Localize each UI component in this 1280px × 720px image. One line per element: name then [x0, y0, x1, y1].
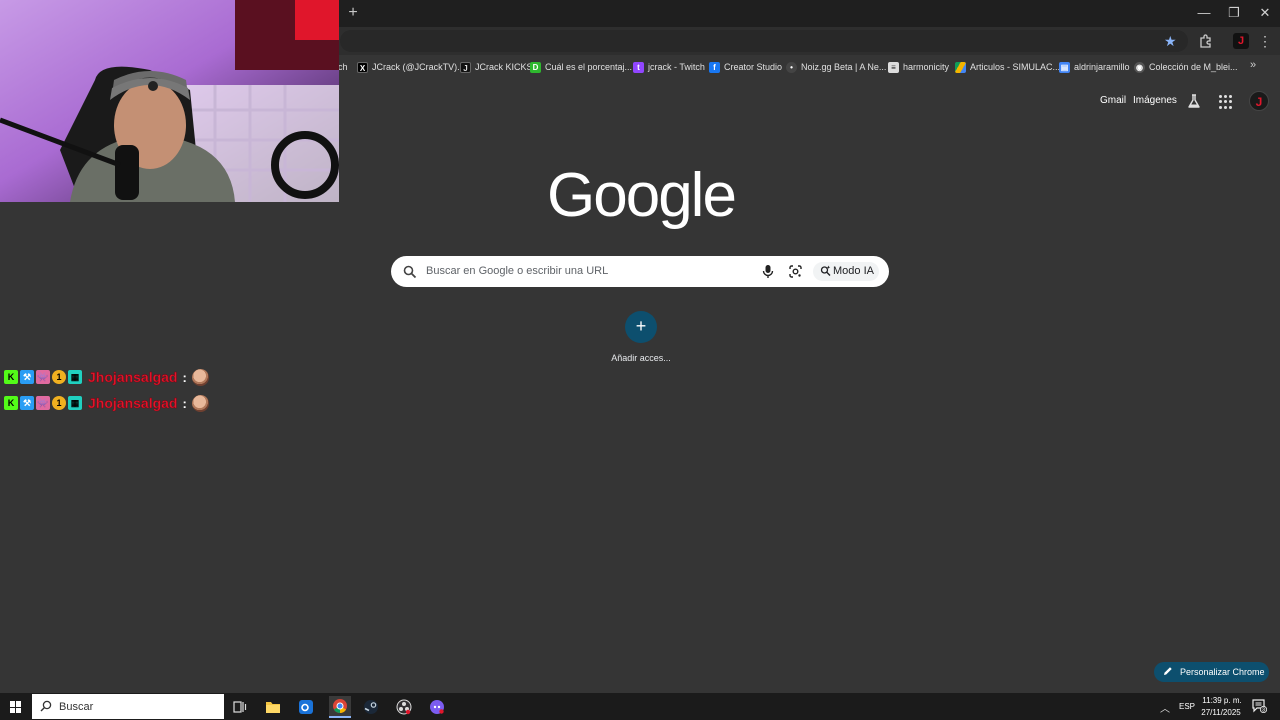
notification-center-icon[interactable]: 3: [1252, 699, 1267, 713]
minimize-button[interactable]: —: [1192, 4, 1216, 22]
chat-separator: :: [182, 395, 187, 411]
google-lens-icon[interactable]: [789, 265, 802, 278]
labs-flask-icon[interactable]: [1186, 93, 1202, 109]
bookmark-item[interactable]: ≡ harmonicity: [888, 60, 949, 74]
chat-message: K ⚒ 👾 1 ▦ Jhojansalgad :: [4, 394, 209, 412]
subscriber-badge-icon: ▦: [68, 370, 82, 384]
outlook-icon[interactable]: [295, 696, 317, 718]
search-icon: [403, 265, 417, 279]
chrome-menu-icon[interactable]: ⋮: [1258, 33, 1272, 49]
add-shortcut-button[interactable]: +: [625, 311, 657, 343]
taskbar-search-input[interactable]: Buscar: [59, 701, 93, 713]
new-tab-button[interactable]: +: [345, 5, 361, 21]
d-icon: D: [530, 61, 541, 73]
webcam-overlay: [0, 0, 339, 202]
twitch-icon: t: [633, 61, 644, 73]
noiz-icon: •: [786, 61, 797, 73]
chrome-taskbar-icon[interactable]: [329, 696, 351, 718]
chat-separator: :: [182, 369, 187, 385]
chat-message: K ⚒ 👾 1 ▦ Jhojansalgad :: [4, 368, 209, 386]
clock-time[interactable]: 11:39 p. m.: [1201, 696, 1243, 705]
bookmark-item[interactable]: t jcrack - Twitch: [633, 60, 705, 74]
address-bar[interactable]: [340, 30, 1188, 52]
chat-username: Jhojansalgad: [88, 369, 178, 385]
bookmark-item[interactable]: Articulos - SIMULAC...: [955, 60, 1060, 74]
bookmarks-overflow-icon[interactable]: »: [1250, 59, 1256, 71]
images-link[interactable]: Imágenes: [1133, 95, 1177, 106]
tier-badge-icon: 1: [52, 396, 66, 410]
bookmark-item[interactable]: f Creator Studio: [709, 60, 782, 74]
bookmark-item[interactable]: ch: [338, 60, 348, 74]
bookmark-item[interactable]: • Noiz.gg Beta | A Ne...: [786, 60, 886, 74]
kick-badge-icon: K: [4, 370, 18, 384]
steam-icon[interactable]: [360, 696, 382, 718]
microphone-icon[interactable]: [762, 264, 774, 279]
extensions-icon[interactable]: [1198, 33, 1214, 49]
streamer-camera-feed: [0, 0, 339, 202]
close-button[interactable]: ✕: [1253, 4, 1277, 22]
chat-emote-icon: [191, 394, 209, 412]
add-shortcut-label[interactable]: Añadir acces...: [605, 353, 677, 363]
bookmark-item[interactable]: X JCrack (@JCrackTV)...: [357, 60, 465, 74]
language-indicator[interactable]: ESP: [1179, 702, 1195, 711]
discord-icon[interactable]: [426, 696, 448, 718]
jcrack-icon: J: [460, 61, 471, 73]
bookmark-item[interactable]: ◉ Colección de M_blei...: [1134, 60, 1238, 74]
task-view-icon[interactable]: [229, 696, 251, 718]
chat-username: Jhojansalgad: [88, 395, 178, 411]
kick-badge-icon: K: [4, 396, 18, 410]
obs-icon[interactable]: [393, 696, 415, 718]
drive-icon: [955, 61, 966, 73]
tray-overflow-icon[interactable]: ︿: [1160, 700, 1170, 715]
google-logo: Google: [547, 161, 737, 230]
facebook-icon: f: [709, 61, 720, 73]
bookmark-item[interactable]: D Cuál es el porcentaj...: [530, 60, 632, 74]
harmonicity-icon: ≡: [888, 61, 899, 73]
windows-start-icon[interactable]: [10, 701, 22, 713]
ai-sparkle-search-icon: [820, 265, 831, 276]
taskbar-search-icon: [40, 700, 52, 712]
google-apps-icon[interactable]: [1219, 95, 1233, 109]
chat-emote-icon: [191, 368, 209, 386]
x-icon: X: [357, 61, 368, 73]
doc-icon: ▤: [1059, 61, 1070, 73]
mascot-badge-icon: 👾: [36, 396, 50, 410]
bookmark-star-icon[interactable]: ★: [1164, 33, 1180, 49]
file-explorer-icon[interactable]: [262, 696, 284, 718]
bookmark-item[interactable]: ▤ aldrinjaramillo: [1059, 60, 1130, 74]
subscriber-badge-icon: ▦: [68, 396, 82, 410]
profile-icon[interactable]: J: [1233, 33, 1249, 49]
account-avatar[interactable]: J: [1249, 91, 1269, 111]
mascot-badge-icon: 👾: [36, 370, 50, 384]
tier-badge-icon: 1: [52, 370, 66, 384]
notification-count: 3: [1262, 707, 1265, 713]
gmail-link[interactable]: Gmail: [1100, 95, 1126, 106]
restore-button[interactable]: ❐: [1222, 4, 1246, 22]
search-input[interactable]: Buscar en Google o escribir una URL: [426, 265, 608, 277]
pencil-icon: [1164, 667, 1172, 675]
clock-date[interactable]: 27/11/2025: [1199, 708, 1243, 717]
moderator-badge-icon: ⚒: [20, 396, 34, 410]
github-icon: ◉: [1134, 61, 1145, 73]
bookmark-item[interactable]: J JCrack KICKS: [460, 60, 533, 74]
moderator-badge-icon: ⚒: [20, 370, 34, 384]
